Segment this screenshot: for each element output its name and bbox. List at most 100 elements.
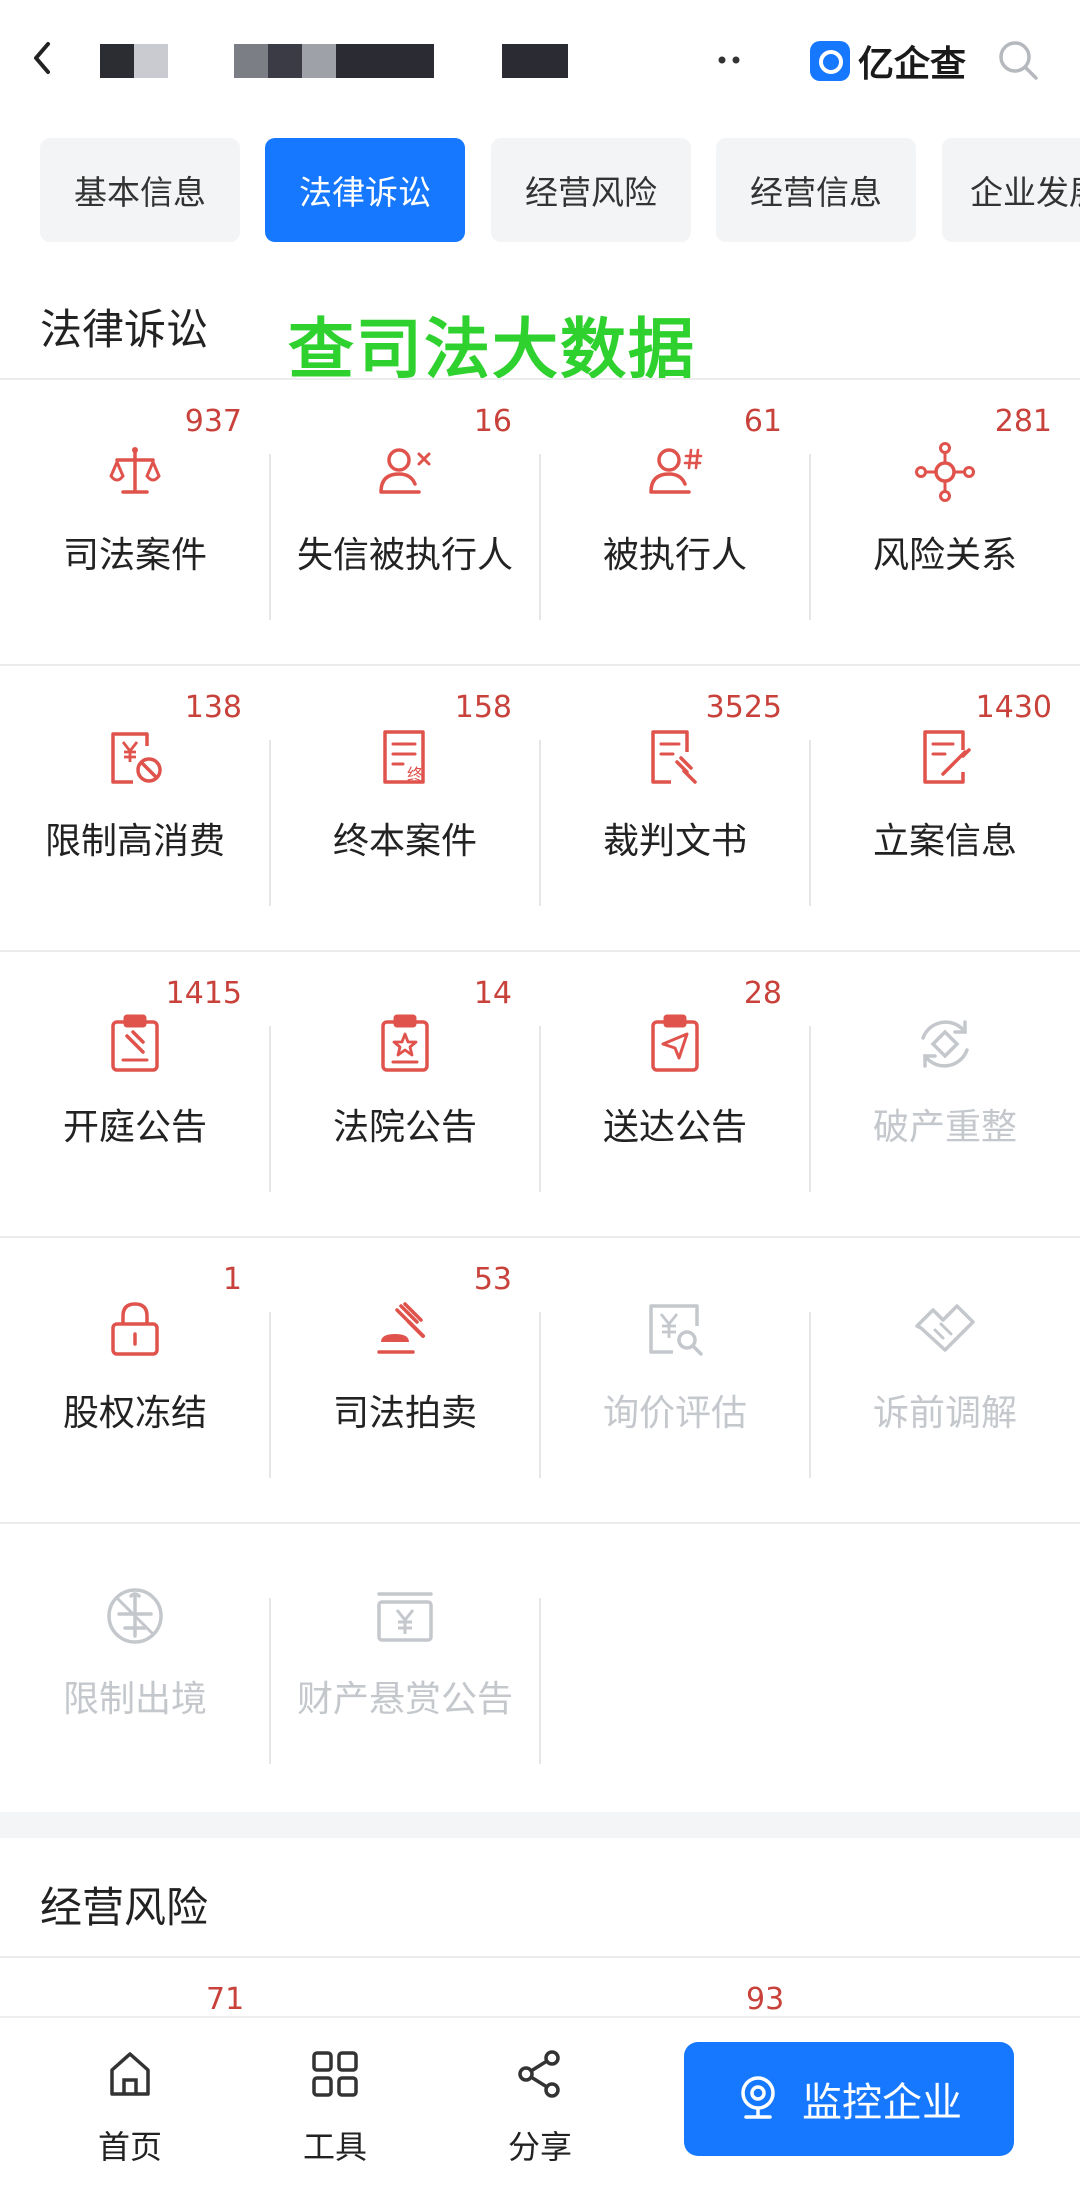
legal-item-label: 司法拍卖: [332, 1393, 477, 1434]
legal-item-count: 53: [473, 1262, 512, 1297]
legal-item[interactable]: 3525 裁判文书: [540, 666, 810, 952]
tab-legal[interactable]: 法律诉讼: [265, 138, 465, 242]
document-end-icon: 终: [383, 730, 425, 784]
legal-item-count: 14: [473, 976, 512, 1011]
person-hash-icon: [649, 448, 703, 494]
legal-item-count: 937: [184, 404, 242, 439]
legal-item-label: 裁判文书: [602, 821, 747, 862]
legal-item[interactable]: 1430 立案信息: [810, 666, 1080, 952]
bottom-nav: 首页 工具 分享 监控企业: [0, 2016, 1080, 2190]
legal-item[interactable]: 14 法院公告: [270, 952, 540, 1238]
refresh-diamond-icon: [921, 1020, 969, 1068]
gavel-icon: [377, 1302, 425, 1354]
search-button[interactable]: [996, 38, 1040, 82]
tab-business-info[interactable]: 经营信息: [716, 138, 916, 242]
legal-item-label: 询价评估: [602, 1393, 747, 1434]
category-tabs: 基本信息 法律诉讼 经营风险 经营信息 企业发展: [0, 138, 1080, 242]
legal-item-label: 财产悬赏公告: [296, 1679, 513, 1720]
top-bar: 亿企查: [0, 0, 1080, 120]
legal-item[interactable]: 53 司法拍卖: [270, 1238, 540, 1524]
document-edit-icon: [923, 730, 971, 784]
legal-item-count: 1430: [975, 690, 1052, 725]
tab-business-risk[interactable]: 经营风险: [491, 138, 691, 242]
yen-board-icon: [377, 1592, 433, 1642]
column-divider: [539, 1598, 541, 1764]
monitor-company-button[interactable]: 监控企业: [684, 2042, 1014, 2156]
legal-item[interactable]: 28 送达公告: [540, 952, 810, 1238]
brand-name: 亿企查: [858, 44, 967, 85]
legal-item-label: 开庭公告: [62, 1107, 207, 1148]
legal-item[interactable]: 财产悬赏公告: [270, 1524, 540, 1810]
legal-item-label: 限制出境: [62, 1679, 207, 1720]
legal-item[interactable]: 61 被执行人: [540, 380, 810, 666]
legal-item[interactable]: 1415 开庭公告: [0, 952, 270, 1238]
legal-item[interactable]: 937 司法案件: [0, 380, 270, 666]
plane-ban-icon: [107, 1588, 163, 1644]
legal-item-count: 1: [222, 1262, 242, 1297]
legal-item-label: 法院公告: [332, 1107, 477, 1148]
legal-item-count: 28: [743, 976, 782, 1011]
legal-item-label: 破产重整: [872, 1107, 1017, 1148]
risk-count-1: 71: [206, 1982, 245, 2017]
grid-icon: [312, 2051, 358, 2097]
legal-item[interactable]: 16 失信被执行人: [270, 380, 540, 666]
lock-icon: [111, 1302, 159, 1356]
tab-label: 基本信息: [74, 173, 206, 212]
risk-count-2: 93: [746, 1982, 785, 2017]
tab-label: 法律诉讼: [299, 173, 431, 212]
brand-mark-icon: [810, 41, 850, 81]
legal-item[interactable]: 诉前调解: [810, 1238, 1080, 1524]
legal-item[interactable]: 限制出境: [0, 1524, 270, 1810]
tab-label: 企业发展: [970, 173, 1080, 212]
tab-enterprise-development[interactable]: 企业发展: [942, 138, 1080, 242]
legal-item-label: 终本案件: [332, 821, 477, 862]
nav-tools[interactable]: 工具: [265, 2040, 405, 2166]
tab-basic-info[interactable]: 基本信息: [40, 138, 240, 242]
legal-item[interactable]: 询价评估: [540, 1238, 810, 1524]
redacted-name-block: [100, 44, 168, 78]
location-pin-icon: [741, 2076, 775, 2119]
legal-item-label: 送达公告: [602, 1107, 747, 1148]
legal-item-label: 限制高消费: [44, 821, 225, 862]
yen-ban-icon: [111, 732, 162, 784]
section-gap: [0, 1812, 1080, 1838]
legal-item-count: 16: [473, 404, 512, 439]
back-button[interactable]: [30, 34, 66, 84]
redacted-name-block: [502, 44, 568, 78]
legal-item-count: 158: [454, 690, 512, 725]
nav-label: 首页: [97, 2128, 162, 2166]
handshake-icon: [915, 1304, 975, 1352]
legal-item-label: 司法案件: [62, 535, 207, 576]
legal-item[interactable]: 138 限制高消费: [0, 666, 270, 952]
tab-label: 经营风险: [525, 173, 657, 212]
more-dots-icon: [718, 56, 740, 64]
legal-item-count: 138: [184, 690, 242, 725]
legal-item[interactable]: 1 股权冻结: [0, 1238, 270, 1524]
legal-item[interactable]: 158 终终本案件: [270, 666, 540, 952]
redacted-name-block: [234, 44, 434, 78]
legal-item[interactable]: 281 风险关系: [810, 380, 1080, 666]
nav-home[interactable]: 首页: [60, 2040, 200, 2166]
legal-item-count: 3525: [705, 690, 782, 725]
legal-item-label: 失信被执行人: [296, 535, 513, 576]
clipboard-gavel-icon: [111, 1014, 159, 1072]
legal-item-label: 诉前调解: [872, 1393, 1017, 1434]
more-button[interactable]: [714, 42, 744, 79]
nav-label: 分享: [507, 2128, 572, 2166]
legal-item-count: 281: [994, 404, 1052, 439]
legal-item-count: 1415: [165, 976, 242, 1011]
section-title-legal: 法律诉讼: [40, 305, 209, 354]
legal-item[interactable]: 破产重整: [810, 952, 1080, 1238]
home-icon: [110, 2052, 150, 2096]
legal-item-label: 被执行人: [602, 535, 747, 576]
nav-share[interactable]: 分享: [470, 2040, 610, 2166]
legal-item-label: 股权冻结: [62, 1393, 207, 1434]
chevron-left-icon: [34, 42, 50, 74]
nav-label: 工具: [302, 2128, 367, 2166]
yen-search-icon: [649, 1304, 703, 1356]
share-icon: [518, 2050, 560, 2098]
scale-icon: [109, 447, 161, 494]
clipboard-star-icon: [381, 1014, 429, 1072]
brand-logo[interactable]: 亿企查: [810, 36, 966, 86]
row-divider: [0, 1522, 1080, 1524]
